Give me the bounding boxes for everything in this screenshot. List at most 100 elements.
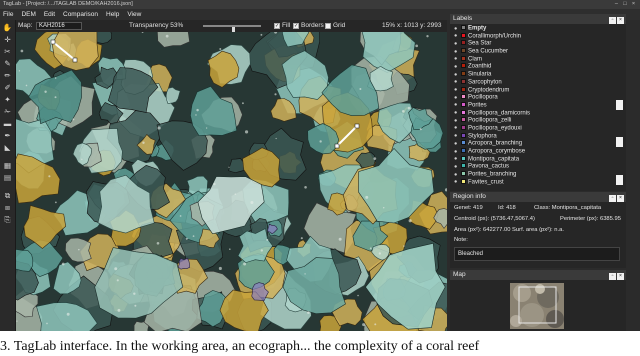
label-item[interactable]: ● Sarcophyton — [450, 78, 612, 87]
label-item[interactable]: ● Pocillopora — [450, 94, 612, 102]
window-controls: – □ × — [613, 0, 637, 9]
label-color-swatch — [461, 117, 466, 123]
layers-icon[interactable]: ⧉ — [2, 190, 14, 202]
label-item[interactable]: ● Sea Star — [450, 40, 612, 48]
right-dock: Labels ▫ × ● Empty ● Corallimorph/Urchin ● Sea… — [450, 14, 626, 331]
label-item[interactable]: ● Montipora_capitata — [450, 155, 612, 164]
menu-help[interactable]: Help — [103, 9, 122, 20]
menu-view[interactable]: View — [124, 9, 144, 20]
undock-icon[interactable]: ▫ — [609, 273, 616, 280]
map-panel: Map ▫ × — [450, 270, 626, 331]
menu-edit[interactable]: Edit — [41, 9, 58, 20]
label-color-swatch — [461, 40, 466, 46]
map-select[interactable]: KAH2016 — [36, 22, 82, 30]
label-name: Corallimorph/Urchin — [468, 33, 522, 40]
map-toolbar: Map: KAH2016 Transparency 53% ✓ Fill ✓ B… — [16, 20, 447, 35]
brush-icon[interactable]: ✐ — [2, 82, 14, 94]
label-color-swatch — [461, 155, 466, 161]
genet-label: Genet: — [454, 205, 472, 211]
id-value: 418 — [506, 205, 516, 211]
label-name: Porites — [468, 102, 487, 109]
crosshair-icon[interactable]: ✛ — [2, 34, 14, 46]
perimeter-value: 6385.95 — [599, 216, 621, 222]
close-button[interactable]: × — [630, 0, 637, 9]
region-info-title: Region info — [453, 193, 486, 200]
pen-icon[interactable]: ✎ — [2, 58, 14, 70]
scrollbar-thumb[interactable] — [616, 175, 623, 185]
label-color-swatch — [461, 48, 466, 54]
tool-palette: ✋ ✛ ✂ ✎ ✏ ✐ ✦ ✁ ▬ ✒ ◣ ▦ ▤ ⧉ ⧈ ⎘ — [0, 20, 16, 331]
menu-comparison[interactable]: Comparison — [60, 9, 101, 20]
grid-checkbox[interactable] — [325, 23, 331, 29]
label-color-swatch — [461, 94, 466, 100]
note-field[interactable]: Bleached — [454, 247, 620, 261]
overview-map[interactable] — [510, 283, 564, 329]
borders-label: Borders — [301, 22, 324, 29]
visibility-icon[interactable]: ● — [454, 179, 461, 187]
undock-icon[interactable]: ▫ — [609, 195, 616, 202]
eyedropper-icon[interactable]: ✒ — [2, 130, 14, 142]
move-icon[interactable]: ✋ — [2, 22, 14, 34]
label-item[interactable]: ● Clam — [450, 55, 612, 64]
label-color-swatch — [461, 78, 466, 84]
label-name: Clam — [468, 56, 483, 63]
perimeter-label: Perimeter (px): — [560, 216, 599, 222]
label-item[interactable]: ● Stylophora — [450, 132, 612, 141]
label-item[interactable]: ● Pavona_cactus — [450, 163, 612, 171]
cut-icon[interactable]: ✁ — [2, 106, 14, 118]
transparency-slider[interactable] — [203, 25, 261, 35]
label-color-swatch — [461, 132, 466, 138]
wand-icon[interactable]: ✦ — [2, 94, 14, 106]
region-info-panel: Region info ▫ × Genet: 419 Id: 418 Class:… — [450, 192, 626, 268]
label-item[interactable]: ● Cryptodendrum — [450, 86, 612, 95]
close-panel-icon[interactable]: × — [617, 195, 624, 202]
label-item[interactable]: ● Corallimorph/Urchin — [450, 32, 612, 41]
link-icon[interactable]: ⧈ — [2, 202, 14, 214]
ruler-icon[interactable]: ▬ — [2, 118, 14, 130]
transparency-label: Transparency 53% — [129, 22, 184, 29]
label-item[interactable]: ● Acropora_corymbose — [450, 148, 612, 156]
label-color-swatch — [461, 71, 466, 77]
label-item[interactable]: ● Empty — [450, 25, 612, 33]
label-item[interactable]: ● Pocillopora_zelli — [450, 117, 612, 125]
annotation-canvas[interactable] — [16, 32, 447, 331]
note-label: Note: — [454, 237, 468, 243]
label-item[interactable]: ● Pocillopora_damicornis — [450, 109, 612, 118]
label-item[interactable]: ● Porites_branching — [450, 171, 612, 179]
label-color-swatch — [461, 178, 466, 184]
fill-label: Fill — [282, 22, 291, 29]
borders-checkbox[interactable]: ✓ — [293, 23, 299, 29]
label-color-swatch — [461, 32, 466, 38]
pencil-icon[interactable]: ✏ — [2, 70, 14, 82]
label-item[interactable]: ● Sinularia — [450, 71, 612, 79]
surf-area-label: Surf. area (px²): — [512, 227, 553, 233]
fill-checkbox[interactable]: ✓ — [274, 23, 280, 29]
label-item[interactable]: ● Sea Cucumber — [450, 48, 612, 56]
surf-area-value: n.a. — [554, 227, 564, 233]
menu-file[interactable]: File — [0, 9, 16, 20]
minimize-button[interactable]: – — [613, 0, 620, 9]
grid-icon[interactable]: ▦ — [2, 160, 14, 172]
scrollbar-thumb[interactable] — [616, 100, 623, 110]
label-item[interactable]: ● Pocillopora_eydouxi — [450, 124, 612, 133]
maximize-button[interactable]: □ — [621, 0, 628, 9]
undock-icon[interactable]: ▫ — [609, 17, 616, 24]
label-item[interactable]: ● Porites — [450, 101, 612, 110]
bucket-icon[interactable]: ◣ — [2, 142, 14, 154]
labels-panel-header: Labels ▫ × — [450, 14, 626, 24]
labels-scrollbar[interactable] — [613, 24, 626, 191]
genet-value: 419 — [473, 205, 483, 211]
scissors-icon[interactable]: ✂ — [2, 46, 14, 58]
label-color-swatch — [461, 124, 466, 130]
menu-dem[interactable]: DEM — [18, 9, 38, 20]
label-color-swatch — [461, 25, 466, 30]
close-panel-icon[interactable]: × — [617, 17, 624, 24]
scrollbar-thumb[interactable] — [616, 137, 623, 147]
export-icon[interactable]: ⎘ — [2, 214, 14, 226]
label-item[interactable]: ● Favites_crust — [450, 178, 612, 187]
close-panel-icon[interactable]: × — [617, 273, 624, 280]
label-item[interactable]: ● Acropora_branching — [450, 140, 612, 148]
label-item[interactable]: ● Zoanthid — [450, 63, 612, 71]
calendar-icon[interactable]: ▤ — [2, 172, 14, 184]
class-value: Montipora_capitata — [551, 205, 602, 211]
